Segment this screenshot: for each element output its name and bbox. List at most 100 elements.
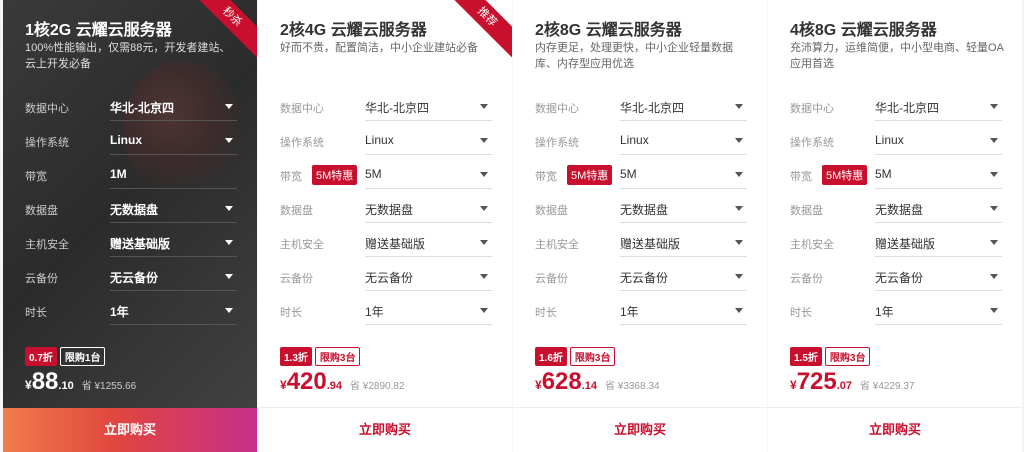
field-bandwidth: 带宽 5M特惠 5M: [280, 161, 492, 189]
os-select[interactable]: Linux: [110, 127, 237, 155]
field-label: 时长: [790, 307, 812, 319]
bandwidth-select[interactable]: 5M: [620, 161, 747, 189]
chevron-down-icon: [735, 308, 743, 313]
backup-select[interactable]: 无云备份: [110, 263, 237, 291]
field-label: 数据中心: [535, 103, 579, 115]
select-value: 华北-北京四: [365, 101, 429, 115]
purchase-limit-badge: 限购3台: [314, 347, 361, 366]
datacenter-select[interactable]: 华北-北京四: [365, 93, 492, 121]
chevron-down-icon: [225, 138, 233, 143]
field-label: 数据盘: [535, 205, 568, 217]
card-title: 2核4G 云耀云服务器: [280, 22, 427, 39]
chevron-down-icon: [990, 308, 998, 313]
price-decimal: .07: [836, 380, 853, 392]
field-duration: 时长 1年: [790, 297, 1002, 325]
backup-select[interactable]: 无云备份: [620, 263, 747, 291]
chevron-down-icon: [735, 206, 743, 211]
field-bandwidth: 带宽 1M: [25, 161, 237, 189]
field-datadisk: 数据盘 无数据盘: [535, 195, 747, 223]
datadisk-select[interactable]: 无数据盘: [875, 195, 1002, 223]
backup-select[interactable]: 无云备份: [365, 263, 492, 291]
bandwidth-promo-badge: 5M特惠: [822, 165, 868, 185]
chevron-down-icon: [225, 104, 233, 109]
buy-now-button[interactable]: 立即购买: [3, 408, 257, 452]
host-security-select[interactable]: 赠送基础版: [365, 229, 492, 257]
select-value: 无数据盘: [875, 203, 924, 217]
field-host-security: 主机安全 赠送基础版: [25, 229, 237, 257]
currency-symbol: ¥: [280, 378, 287, 392]
field-os: 操作系统 Linux: [790, 127, 1002, 155]
chevron-down-icon: [480, 274, 488, 279]
select-value: 华北-北京四: [110, 101, 174, 115]
field-label: 数据中心: [280, 103, 324, 115]
price-decimal: .10: [58, 380, 74, 392]
datacenter-select[interactable]: 华北-北京四: [875, 93, 1002, 121]
select-value: 赠送基础版: [620, 237, 681, 251]
promo-tags: 1.6折 限购3台: [535, 347, 616, 366]
chevron-down-icon: [225, 274, 233, 279]
price-integer: 725: [796, 368, 837, 395]
field-label: 操作系统: [535, 137, 579, 149]
field-host-security: 主机安全 赠送基础版: [535, 229, 747, 257]
field-label: 主机安全: [25, 239, 69, 251]
host-security-select[interactable]: 赠送基础版: [620, 229, 747, 257]
buy-now-button[interactable]: 立即购买: [513, 407, 767, 452]
field-label: 数据盘: [790, 205, 823, 217]
field-datacenter: 数据中心 华北-北京四: [25, 93, 237, 121]
chevron-down-icon: [735, 104, 743, 109]
field-os: 操作系统 Linux: [25, 127, 237, 155]
select-value: Linux: [875, 133, 904, 147]
chevron-down-icon: [735, 138, 743, 143]
field-label: 带宽: [535, 171, 557, 183]
savings-text: 省 ¥2890.82: [350, 381, 405, 392]
field-duration: 时长 1年: [280, 297, 492, 325]
savings-text: 省 ¥3368.34: [605, 381, 660, 392]
chevron-down-icon: [480, 138, 488, 143]
bandwidth-select[interactable]: 5M: [875, 161, 1002, 189]
host-security-select[interactable]: 赠送基础版: [875, 229, 1002, 257]
os-select[interactable]: Linux: [620, 127, 747, 155]
field-label: 带宽: [25, 171, 47, 183]
discount-badge: 0.7折: [25, 347, 57, 366]
os-select[interactable]: Linux: [365, 127, 492, 155]
bandwidth-select[interactable]: 5M: [365, 161, 492, 189]
chevron-down-icon: [735, 240, 743, 245]
field-label: 操作系统: [25, 137, 69, 149]
datadisk-select[interactable]: 无数据盘: [365, 195, 492, 223]
chevron-down-icon: [990, 104, 998, 109]
host-security-select[interactable]: 赠送基础版: [110, 229, 237, 257]
price: ¥628.14 省 ¥3368.34: [535, 368, 660, 398]
buy-now-button[interactable]: 立即购买: [768, 407, 1022, 452]
product-card-row: 秒杀 1核2G 云耀云服务器 100%性能输出，仅需88元，开发者建站、云上开发…: [0, 0, 1024, 452]
bandwidth-promo-badge: 5M特惠: [567, 165, 613, 185]
price: ¥725.07 省 ¥4229.37: [790, 368, 915, 398]
select-value: 1年: [365, 305, 384, 319]
bandwidth-promo-badge: 5M特惠: [312, 165, 358, 185]
duration-select[interactable]: 1年: [620, 297, 747, 325]
duration-select[interactable]: 1年: [110, 297, 237, 325]
datadisk-select[interactable]: 无数据盘: [620, 195, 747, 223]
select-value: Linux: [365, 133, 394, 147]
duration-select[interactable]: 1年: [365, 297, 492, 325]
select-value: 5M: [365, 167, 382, 181]
savings-text: 省 ¥4229.37: [860, 381, 915, 392]
field-duration: 时长 1年: [25, 297, 237, 325]
datacenter-select[interactable]: 华北-北京四: [620, 93, 747, 121]
select-value: 无云备份: [110, 271, 159, 285]
datacenter-select[interactable]: 华北-北京四: [110, 93, 237, 121]
buy-now-button[interactable]: 立即购买: [258, 407, 512, 452]
select-value: 无云备份: [620, 271, 669, 285]
field-label: 云备份: [25, 273, 58, 285]
price: ¥88.10 省 ¥1255.66: [25, 368, 136, 398]
os-select[interactable]: Linux: [875, 127, 1002, 155]
purchase-limit-badge: 限购3台: [569, 347, 616, 366]
chevron-down-icon: [735, 172, 743, 177]
field-datadisk: 数据盘 无数据盘: [280, 195, 492, 223]
datadisk-select[interactable]: 无数据盘: [110, 195, 237, 223]
field-datacenter: 数据中心 华北-北京四: [280, 93, 492, 121]
field-label: 数据中心: [790, 103, 834, 115]
backup-select[interactable]: 无云备份: [875, 263, 1002, 291]
duration-select[interactable]: 1年: [875, 297, 1002, 325]
product-card-2c4g: 推荐 2核4G 云耀云服务器 好而不贵，配置简洁，中小企业建站必备 数据中心 华…: [258, 0, 512, 452]
field-label: 主机安全: [790, 239, 834, 251]
